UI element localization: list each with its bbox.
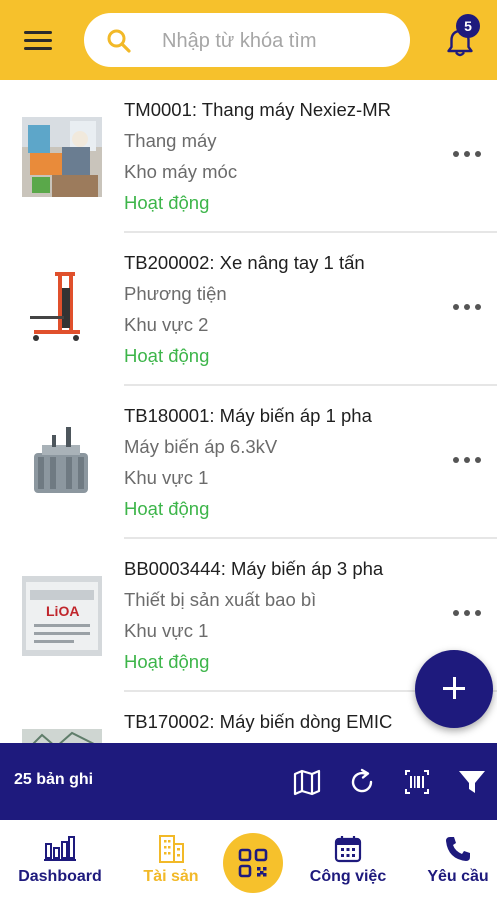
nav-label: Yêu cầu [427, 868, 489, 885]
add-asset-button[interactable] [415, 650, 493, 728]
asset-category: Thang máy [124, 130, 217, 151]
asset-list-item[interactable]: TB180001: Máy biến áp 1 pha Máy biến áp … [0, 386, 497, 539]
asset-thumbnail: LiOA [22, 576, 102, 656]
calendar-icon [334, 836, 362, 863]
asset-thumbnail [22, 729, 102, 743]
nav-assets[interactable]: Tài sản [132, 834, 210, 894]
building-icon [159, 835, 184, 863]
nav-label: Tài sản [143, 868, 199, 885]
asset-location: Kho máy móc [124, 161, 238, 182]
asset-location: Khu vực 1 [124, 467, 209, 488]
asset-status: Hoạt động [124, 345, 210, 366]
lioa-logo: LiOA [46, 603, 79, 619]
filter-icon[interactable] [457, 767, 487, 797]
asset-info: TM0001: Thang máy Nexiez-MR Thang máy Kh… [124, 94, 444, 218]
asset-info: TB180001: Máy biến áp 1 pha Máy biến áp … [124, 400, 444, 524]
nav-tasks[interactable]: Công việc [300, 834, 396, 894]
asset-list: TM0001: Thang máy Nexiez-MR Thang máy Kh… [0, 80, 497, 743]
more-options-icon[interactable] [452, 146, 484, 162]
search-box[interactable] [84, 13, 410, 67]
asset-title: TB200002: Xe nâng tay 1 tấn [124, 252, 365, 273]
asset-category: Phương tiện [124, 283, 227, 304]
asset-title: TB170002: Máy biến dòng EMIC [124, 711, 393, 732]
asset-info: TB170002: Máy biến dòng EMIC [124, 706, 444, 743]
nav-requests[interactable]: Yêu cầu [418, 834, 497, 894]
asset-status: Hoạt động [124, 192, 210, 213]
asset-title: TB180001: Máy biến áp 1 pha [124, 405, 372, 426]
nav-label: Công việc [309, 868, 387, 885]
asset-status: Hoạt động [124, 498, 210, 519]
asset-category: Máy biến áp 6.3kV [124, 436, 278, 457]
map-icon[interactable] [292, 767, 322, 797]
more-options-icon[interactable] [452, 452, 484, 468]
nav-dashboard[interactable]: Dashboard [12, 834, 108, 894]
record-count: 25 bản ghi [14, 771, 94, 788]
search-icon [107, 29, 131, 53]
menu-icon-bar [24, 39, 52, 42]
asset-title: TM0001: Thang máy Nexiez-MR [124, 99, 391, 120]
barcode-scan-icon[interactable] [402, 767, 432, 797]
asset-title: BB0003444: Máy biến áp 3 pha [124, 558, 384, 579]
notification-badge: 5 [456, 14, 480, 38]
asset-location: Khu vực 2 [124, 314, 209, 335]
menu-icon-bar [24, 31, 52, 34]
asset-category: Thiết bị sản xuất bao bì [124, 589, 317, 610]
bottom-navigation: Dashboard Tài sản Công việc Yêu cầu [0, 820, 497, 900]
asset-list-item[interactable]: TM0001: Thang máy Nexiez-MR Thang máy Kh… [0, 80, 497, 233]
qr-scan-button[interactable] [223, 833, 283, 893]
plus-icon [453, 677, 456, 699]
search-input[interactable] [160, 13, 408, 67]
asset-info: BB0003444: Máy biến áp 3 pha Thiết bị sả… [124, 553, 444, 677]
asset-list-item[interactable]: TB200002: Xe nâng tay 1 tấn Phương tiện … [0, 233, 497, 386]
phone-icon [446, 837, 470, 861]
asset-info: TB200002: Xe nâng tay 1 tấn Phương tiện … [124, 247, 444, 371]
app-header: 5 [0, 0, 497, 80]
bar-chart-icon [44, 836, 76, 861]
list-toolbar: 25 bản ghi [0, 743, 497, 820]
asset-location: Khu vực 1 [124, 620, 209, 641]
more-options-icon[interactable] [452, 605, 484, 621]
asset-thumbnail [22, 270, 102, 350]
asset-thumbnail [22, 117, 102, 197]
qr-code-icon [238, 848, 268, 878]
nav-label: Dashboard [18, 868, 102, 885]
menu-button[interactable] [24, 28, 54, 52]
menu-icon-bar [24, 47, 52, 50]
refresh-icon[interactable] [347, 767, 377, 797]
more-options-icon[interactable] [452, 299, 484, 315]
asset-status: Hoạt động [124, 651, 210, 672]
asset-thumbnail [22, 423, 102, 503]
